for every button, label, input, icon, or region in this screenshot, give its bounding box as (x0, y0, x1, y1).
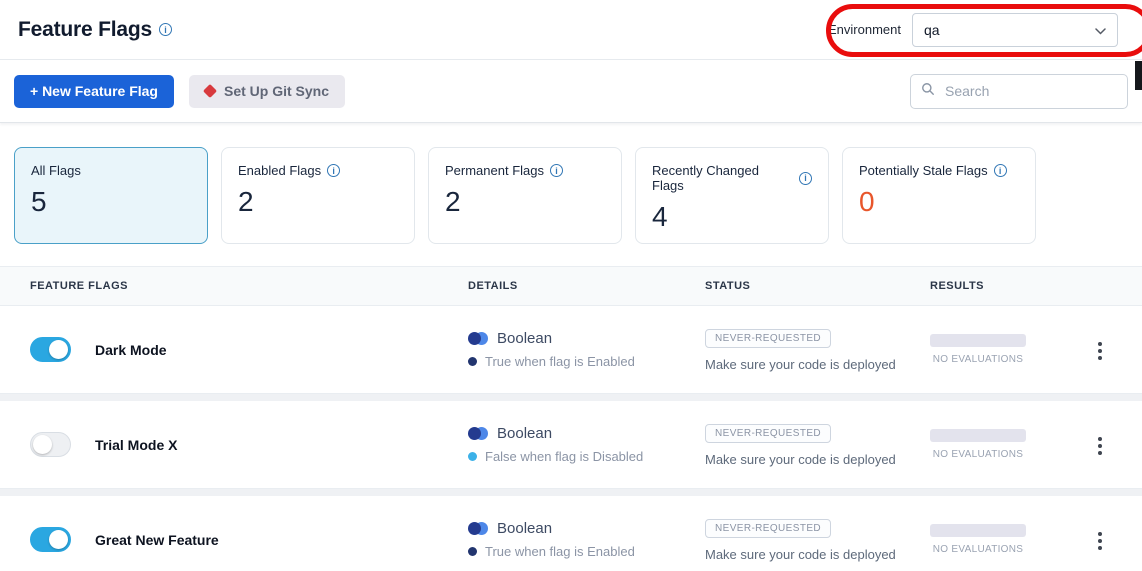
results-bar (930, 429, 1026, 442)
flag-toggle[interactable] (30, 337, 71, 362)
flag-type: Boolean (497, 520, 552, 537)
boolean-type-icon (468, 332, 489, 346)
stat-card-value: 2 (238, 188, 398, 216)
stat-card-value: 4 (652, 203, 812, 231)
new-feature-flag-button[interactable]: + New Feature Flag (14, 75, 174, 108)
chevron-down-icon (1095, 22, 1106, 38)
stat-card-label: Enabled Flags (238, 163, 321, 178)
table-header-row: FEATURE FLAGS DETAILS STATUS RESULTS (0, 266, 1142, 306)
results-bar (930, 524, 1026, 537)
info-icon[interactable]: i (159, 23, 172, 36)
toggle-knob (49, 530, 68, 549)
column-header-results: RESULTS (930, 280, 1090, 292)
flag-name[interactable]: Great New Feature (95, 532, 219, 548)
status-badge: NEVER-REQUESTED (705, 519, 831, 538)
default-value-text: False when flag is Disabled (485, 449, 643, 464)
table-row-dark-mode: Dark Mode Boolean True when flag is Enable… (0, 306, 1142, 394)
scrollbar-thumb[interactable] (1135, 61, 1142, 90)
environment-label: Environment (828, 22, 901, 37)
kebab-menu-icon[interactable] (1092, 431, 1108, 461)
stat-card-enabled-flags[interactable]: Enabled Flags i 2 (221, 147, 415, 244)
git-sync-label: Set Up Git Sync (224, 83, 329, 99)
default-value-text: True when flag is Enabled (485, 544, 635, 559)
environment-value: qa (924, 22, 940, 38)
environment-select[interactable]: qa (912, 13, 1118, 47)
stat-card-value: 5 (31, 188, 191, 216)
stat-card-label: All Flags (31, 163, 81, 178)
status-badge: NEVER-REQUESTED (705, 424, 831, 443)
toggle-knob (49, 340, 68, 359)
column-header-status: STATUS (705, 280, 930, 292)
stat-card-recently-changed-flags[interactable]: Recently Changed Flags i 4 (635, 147, 829, 244)
stat-cards-row: All Flags5Enabled Flagsi2Permanent Flags… (0, 123, 1142, 256)
flag-type: Boolean (497, 330, 552, 347)
stat-card-all-flags[interactable]: All Flags 5 (14, 147, 208, 244)
table-row-great-new-feature: Great New Feature Boolean True when flag i… (0, 496, 1142, 571)
boolean-type-icon (468, 522, 489, 536)
info-icon[interactable]: i (550, 164, 563, 177)
kebab-menu-icon[interactable] (1092, 336, 1108, 366)
column-header-details: DETAILS (468, 280, 705, 292)
results-text: NO EVALUATIONS (930, 449, 1026, 460)
search-box (910, 74, 1128, 109)
default-value-dot (468, 547, 477, 556)
status-text: Make sure your code is deployed (705, 357, 930, 372)
flag-name[interactable]: Trial Mode X (95, 437, 177, 453)
info-icon[interactable]: i (994, 164, 1007, 177)
column-header-feature-flags: FEATURE FLAGS (30, 280, 468, 292)
flag-toggle[interactable] (30, 432, 71, 457)
stat-card-value: 0 (859, 188, 1019, 216)
stat-card-label: Recently Changed Flags (652, 163, 793, 193)
boolean-type-icon (468, 427, 489, 441)
feature-flags-page: Feature Flags i Environment qa + New Fea… (0, 0, 1142, 571)
toolbar: + New Feature Flag Set Up Git Sync (0, 60, 1142, 123)
git-sync-button[interactable]: Set Up Git Sync (189, 75, 345, 108)
default-value-dot (468, 357, 477, 366)
results-text: NO EVALUATIONS (930, 544, 1026, 555)
page-title: Feature Flags (18, 18, 152, 42)
status-text: Make sure your code is deployed (705, 452, 930, 467)
new-feature-flag-label: + New Feature Flag (30, 83, 158, 99)
default-value-text: True when flag is Enabled (485, 354, 635, 369)
flag-type: Boolean (497, 425, 552, 442)
results-text: NO EVALUATIONS (930, 354, 1026, 365)
page-header: Feature Flags i Environment qa (0, 0, 1142, 60)
default-value-dot (468, 452, 477, 461)
stat-card-label: Potentially Stale Flags (859, 163, 988, 178)
flag-toggle[interactable] (30, 527, 71, 552)
stat-card-value: 2 (445, 188, 605, 216)
status-badge: NEVER-REQUESTED (705, 329, 831, 348)
stat-card-label: Permanent Flags (445, 163, 544, 178)
stat-card-potentially-stale-flags[interactable]: Potentially Stale Flags i 0 (842, 147, 1036, 244)
info-icon[interactable]: i (799, 172, 812, 185)
search-icon (921, 82, 935, 101)
kebab-menu-icon[interactable] (1092, 526, 1108, 556)
info-icon[interactable]: i (327, 164, 340, 177)
results-bar (930, 334, 1026, 347)
status-text: Make sure your code is deployed (705, 547, 930, 562)
toggle-knob (33, 435, 52, 454)
search-input[interactable] (943, 82, 1117, 100)
feature-flags-table: FEATURE FLAGS DETAILS STATUS RESULTS Dar… (0, 266, 1142, 571)
table-row-trial-mode-x: Trial Mode X Boolean False when flag is Di… (0, 401, 1142, 489)
flag-name[interactable]: Dark Mode (95, 342, 167, 358)
git-sync-icon (203, 84, 217, 98)
table-body: Dark Mode Boolean True when flag is Enable… (0, 306, 1142, 571)
stat-card-permanent-flags[interactable]: Permanent Flags i 2 (428, 147, 622, 244)
